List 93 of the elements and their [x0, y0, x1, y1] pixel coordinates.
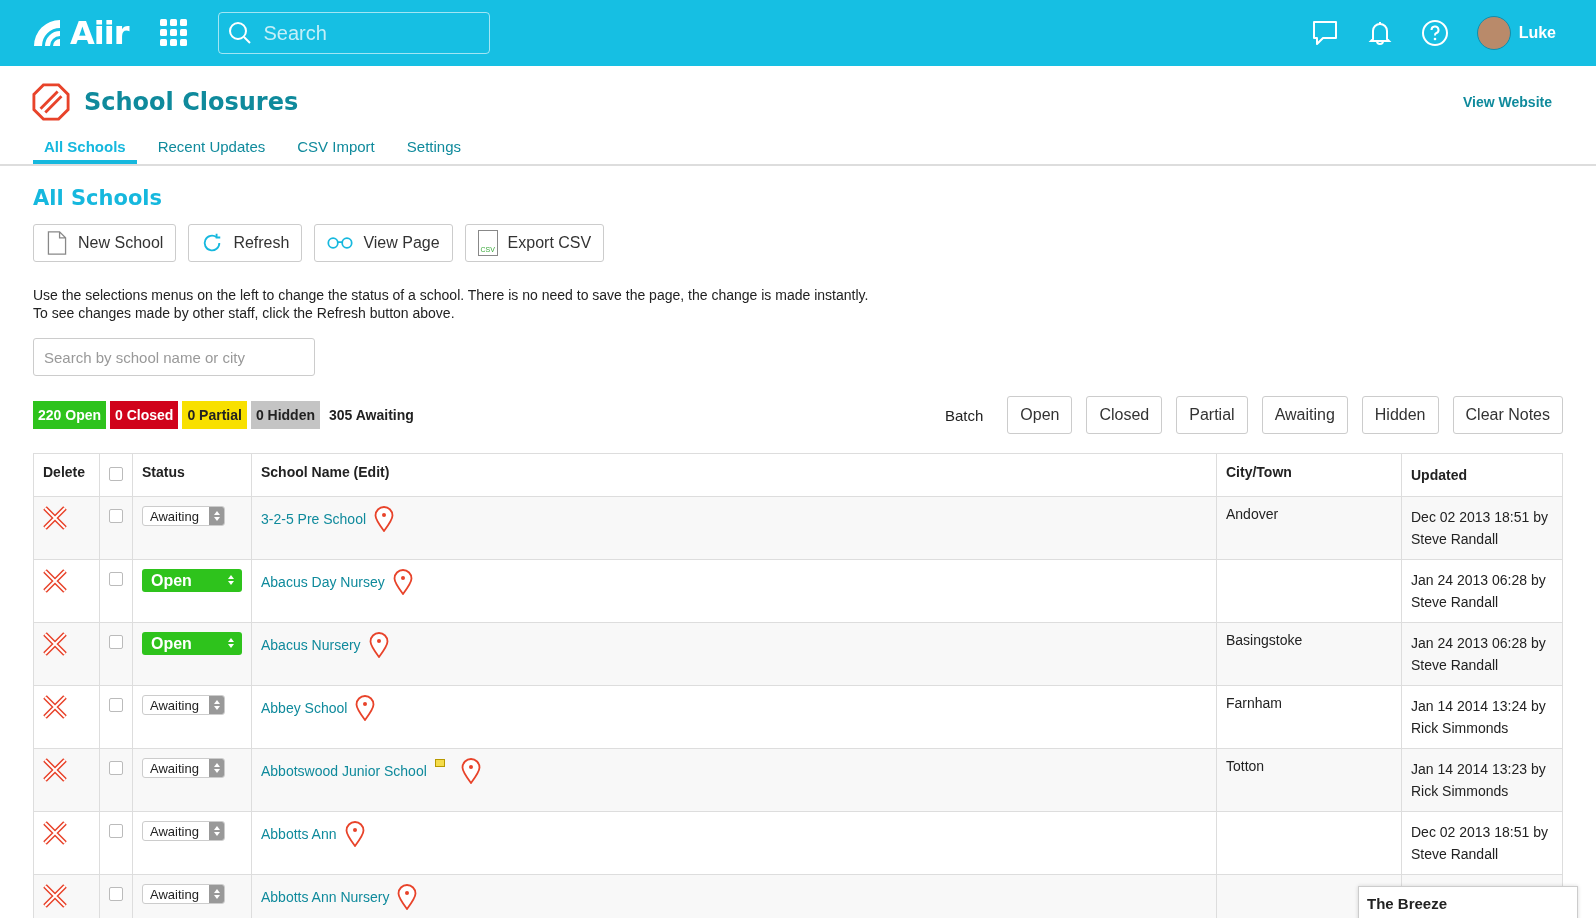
checkbox[interactable] [109, 761, 123, 775]
delete-icon[interactable] [43, 758, 67, 782]
map-pin-icon[interactable] [355, 695, 376, 721]
school-link[interactable]: Abbotswood Junior School [261, 763, 427, 779]
updated-text: Dec 02 2013 18:51 by Steve Randall [1411, 824, 1548, 862]
toolbar-button[interactable]: Refresh [188, 224, 303, 262]
help-icon[interactable] [1420, 19, 1449, 47]
map-pin-icon[interactable] [460, 758, 481, 784]
column-header: Updated [1401, 453, 1563, 497]
updated-text: Jan 14 2014 13:23 by Rick Simmonds [1411, 761, 1546, 799]
map-pin-icon[interactable] [397, 884, 418, 910]
batch-button[interactable]: Hidden [1361, 396, 1439, 434]
updated-text: Jan 24 2013 06:28 by Steve Randall [1411, 635, 1546, 673]
toolbar-button[interactable]: View Page [314, 224, 453, 262]
app-grid-icon[interactable] [160, 19, 189, 47]
document-icon [46, 231, 68, 255]
view-website-link[interactable]: View Website [1463, 94, 1552, 110]
status-count: 220 Open [33, 401, 107, 429]
column-header: School Name (Edit) [251, 453, 1217, 497]
city-text: Farnham [1226, 695, 1283, 711]
user-name[interactable]: Luke [1518, 24, 1556, 42]
map-pin-icon[interactable] [344, 821, 365, 847]
status-select[interactable]: Open [142, 632, 242, 655]
updated-text: Dec 02 2013 18:51 by Steve Randall [1411, 509, 1548, 547]
section-title: All Schools [33, 186, 164, 210]
updown-arrows-icon [227, 573, 235, 586]
batch-button[interactable]: Closed [1086, 396, 1163, 434]
checkbox[interactable] [109, 824, 123, 838]
updown-arrows-icon [212, 699, 221, 711]
logo[interactable]: Aiir [32, 14, 129, 52]
city-text: Andover [1226, 506, 1279, 522]
help-text: Use the selections menus on the left to change the status of a school. There is no need to save the page, the change is made instantly. To see changes made by other staff, click the Refresh button above. [33, 286, 870, 322]
batch-button[interactable]: Awaiting [1261, 396, 1348, 434]
city-text: Totton [1226, 758, 1265, 774]
status-select[interactable]: Awaiting [142, 506, 225, 526]
updown-arrows-icon [212, 825, 221, 837]
search-icon [228, 21, 253, 45]
updown-arrows-icon [212, 762, 221, 774]
tab[interactable]: All Schools [33, 138, 137, 164]
checkbox[interactable] [109, 635, 123, 649]
updown-arrows-icon [227, 636, 235, 649]
batch-button[interactable]: Open [1007, 396, 1073, 434]
delete-icon[interactable] [43, 506, 67, 530]
delete-icon[interactable] [43, 632, 67, 656]
batch-label: Batch [944, 406, 984, 424]
status-count: 0 Partial [182, 401, 247, 429]
updown-arrows-icon [212, 888, 221, 900]
school-link[interactable]: Abacus Nursery [261, 637, 361, 653]
column-header: Status [132, 453, 252, 497]
closed-sign-icon [32, 83, 70, 121]
delete-icon[interactable] [43, 569, 67, 593]
status-select[interactable]: Awaiting [142, 695, 225, 715]
status-select[interactable]: Awaiting [142, 821, 225, 841]
status-count: 305 Awaiting [328, 406, 415, 425]
checkbox[interactable] [109, 887, 123, 901]
updown-arrows-icon [212, 510, 221, 522]
glasses-icon [327, 236, 354, 250]
tab[interactable]: Settings [395, 138, 472, 164]
map-pin-icon[interactable] [374, 506, 395, 532]
delete-icon[interactable] [43, 884, 67, 908]
delete-icon[interactable] [43, 821, 67, 845]
column-header: City/Town [1216, 453, 1402, 497]
updated-text: Jan 24 2013 06:28 by Steve Randall [1411, 572, 1546, 610]
city-text: Basingstoke [1226, 632, 1303, 648]
status-select[interactable]: Open [142, 569, 242, 592]
map-pin-icon[interactable] [392, 569, 413, 595]
chat-icon[interactable] [1310, 19, 1339, 47]
checkbox[interactable] [109, 698, 123, 712]
toolbar-button[interactable]: New School [33, 224, 177, 262]
school-link[interactable]: Abacus Day Nursey [261, 574, 385, 590]
school-link[interactable]: 3-2-5 Pre School [261, 511, 367, 527]
page-title: School Closures [84, 88, 299, 116]
map-pin-icon[interactable] [368, 632, 389, 658]
popup-title: The Breeze [1367, 895, 1448, 912]
tab[interactable]: Recent Updates [146, 138, 277, 164]
search-field[interactable]: Search by school name or city [33, 338, 315, 376]
school-link[interactable]: Abbotts Ann Nursery [261, 889, 390, 905]
checkbox[interactable] [109, 572, 123, 586]
status-select[interactable]: Awaiting [142, 884, 225, 904]
status-select[interactable]: Awaiting [142, 758, 225, 778]
status-count: 0 Closed [110, 401, 179, 429]
checkbox[interactable] [109, 509, 123, 523]
status-count: 0 Hidden [250, 401, 320, 429]
updated-text: Jan 14 2014 13:24 by Rick Simmonds [1411, 698, 1546, 736]
note-icon[interactable] [434, 758, 445, 767]
tab[interactable]: CSV Import [286, 138, 386, 164]
school-link[interactable]: Abbotts Ann [261, 826, 337, 842]
checkbox[interactable] [109, 467, 123, 481]
delete-icon[interactable] [43, 695, 67, 719]
school-link[interactable]: Abbey School [261, 700, 348, 716]
column-header: Delete [33, 453, 100, 497]
batch-button[interactable]: Partial [1176, 396, 1248, 434]
batch-button[interactable]: Clear Notes [1452, 396, 1563, 434]
